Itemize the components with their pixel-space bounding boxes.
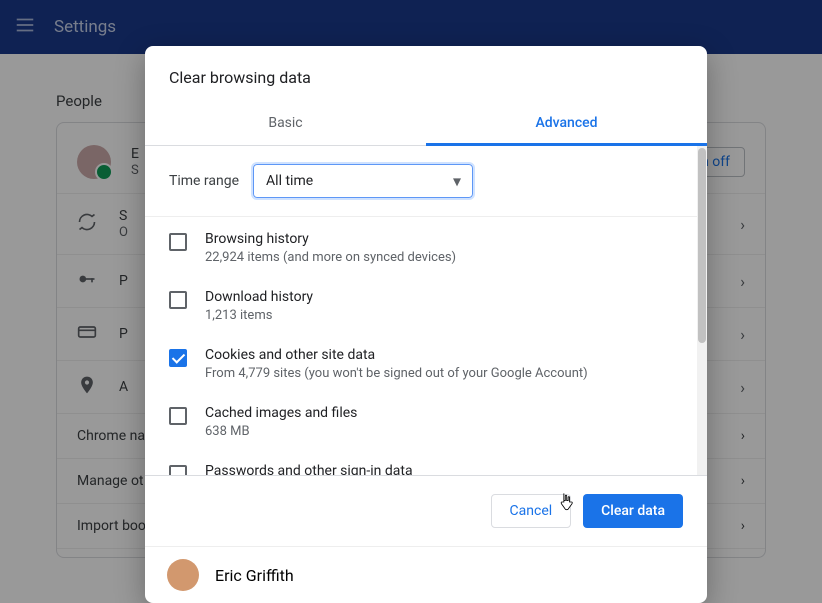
clear-browsing-data-dialog: Clear browsing data Basic Advanced Time … xyxy=(145,46,707,603)
time-range-value[interactable]: All time xyxy=(253,164,473,198)
option-cookies[interactable]: Cookies and other site data From 4,779 s… xyxy=(145,333,707,391)
tab-advanced[interactable]: Advanced xyxy=(426,105,707,146)
option-passwords[interactable]: Passwords and other sign-in data 430 pas… xyxy=(145,449,707,475)
checkbox-browsing-history[interactable] xyxy=(169,233,187,251)
dialog-tabs: Basic Advanced xyxy=(145,105,707,146)
checkbox-passwords[interactable] xyxy=(169,465,187,475)
option-browsing-history[interactable]: Browsing history 22,924 items (and more … xyxy=(145,217,707,275)
caret-down-icon: ▾ xyxy=(453,172,461,191)
scrollbar[interactable] xyxy=(697,146,707,475)
option-download-history[interactable]: Download history 1,213 items xyxy=(145,275,707,333)
dialog-body: Time range All time ▾ Browsing history 2… xyxy=(145,146,707,475)
checkbox-cookies[interactable] xyxy=(169,349,187,367)
footer-avatar xyxy=(167,559,199,591)
cancel-button[interactable]: Cancel xyxy=(491,494,572,528)
time-range-select[interactable]: All time ▾ xyxy=(253,164,473,198)
time-range-label: Time range xyxy=(169,173,239,189)
time-range-row: Time range All time ▾ xyxy=(145,146,707,217)
tab-basic[interactable]: Basic xyxy=(145,105,426,145)
profile-footer: Eric Griffith xyxy=(145,546,707,603)
dialog-title: Clear browsing data xyxy=(145,46,707,105)
footer-name: Eric Griffith xyxy=(215,566,294,585)
scrollbar-thumb[interactable] xyxy=(698,148,706,343)
checkbox-cache[interactable] xyxy=(169,407,187,425)
option-cache[interactable]: Cached images and files 638 MB xyxy=(145,391,707,449)
clear-data-button[interactable]: Clear data xyxy=(583,494,683,528)
dialog-footer: Cancel Clear data xyxy=(145,475,707,546)
checkbox-download-history[interactable] xyxy=(169,291,187,309)
